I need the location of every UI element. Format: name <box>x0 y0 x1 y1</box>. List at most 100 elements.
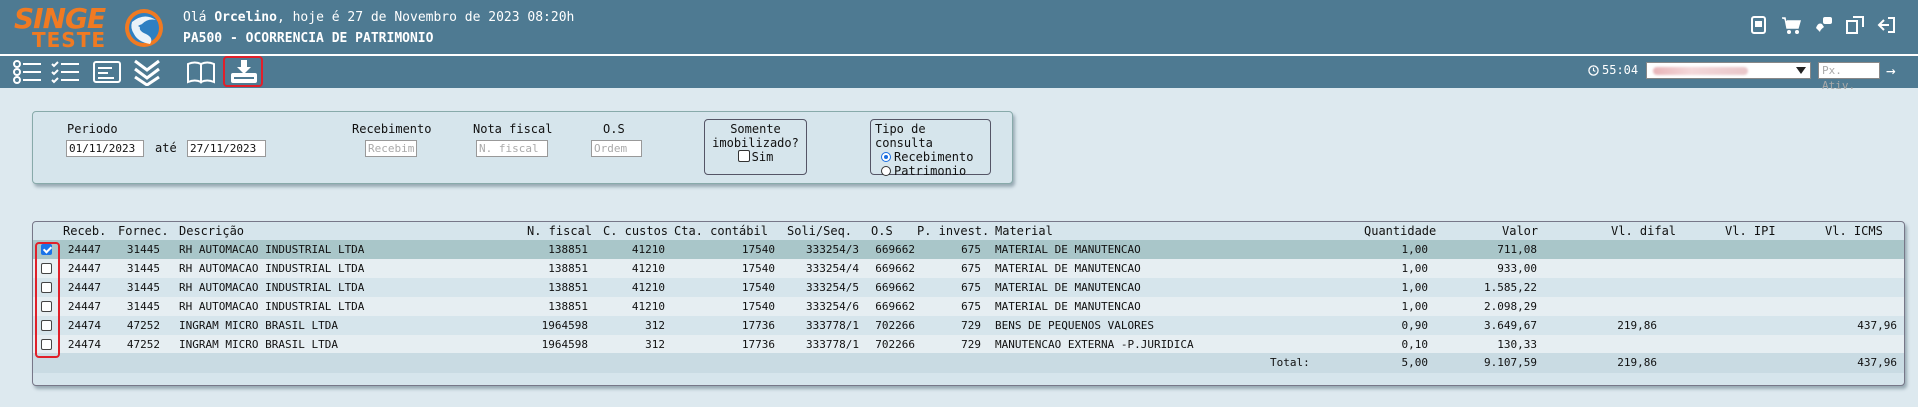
col-receb[interactable]: Receb. <box>63 224 106 238</box>
page-title: PA500 - OCORRENCIA DE PATRIMONIO <box>183 31 434 46</box>
toolbar: 55:04 Px. Ativ. → <box>0 56 1918 92</box>
book-icon[interactable] <box>186 58 216 86</box>
session-timer: 55:04 <box>1588 63 1638 77</box>
window-icon[interactable] <box>1844 14 1866 36</box>
somente-label-1: Somente <box>730 122 781 136</box>
date-to-input[interactable]: 27/11/2023 <box>187 140 266 157</box>
col-descricao[interactable]: Descrição <box>179 224 244 238</box>
os-input[interactable]: Ordem <box>591 140 642 157</box>
clock-icon <box>1588 64 1599 76</box>
collapse-icon[interactable] <box>132 58 162 87</box>
col-ccustos[interactable]: C. custos <box>603 224 668 238</box>
col-soli[interactable]: Soli/Seq. <box>787 224 852 238</box>
cell-ccustos: 41210 <box>631 262 665 275</box>
cell-pinvest: 729 <box>961 338 981 351</box>
tipo-patrimonio-label: Patrimonio <box>894 164 967 178</box>
redacted-value <box>1653 67 1748 75</box>
cell-fornec: 47252 <box>126 338 160 351</box>
cell-ccustos: 312 <box>645 338 665 351</box>
col-quantidade[interactable]: Quantidade <box>1364 224 1436 238</box>
cell-nfiscal: 1964598 <box>541 338 588 351</box>
results-grid: Receb. Fornec. Descrição N. fiscal C. cu… <box>32 221 1905 386</box>
col-fornec[interactable]: Fornec. <box>118 224 169 238</box>
cell-soli: 333254/3 <box>806 243 859 256</box>
report-icon[interactable] <box>1748 14 1770 36</box>
cell-cta: 17736 <box>741 338 775 351</box>
cell-pinvest: 729 <box>961 319 981 332</box>
total-vldifal: 219,86 <box>1617 356 1657 369</box>
cell-material: MATERIAL DE MANUTENCAO <box>995 243 1141 256</box>
table-row[interactable]: 24474 47252 INGRAM MICRO BRASIL LTDA 196459… <box>33 335 1904 354</box>
table-row[interactable]: 24447 31445 RH AUTOMACAO INDUSTRIAL LTDA 13… <box>33 278 1904 297</box>
cell-soli: 333254/4 <box>806 262 859 275</box>
cell-soli: 333254/5 <box>806 281 859 294</box>
total-quantidade: 5,00 <box>1401 356 1429 369</box>
support-icon[interactable] <box>1812 14 1834 36</box>
cell-descricao: RH AUTOMACAO INDUSTRIAL LTDA <box>179 300 365 313</box>
table-row[interactable]: 24447 31445 RH AUTOMACAO INDUSTRIAL LTDA 13… <box>33 297 1904 316</box>
cell-cta: 17540 <box>741 243 775 256</box>
cell-fornec: 31445 <box>126 300 160 313</box>
header-actions <box>1748 14 1898 36</box>
tipo-recebimento-option[interactable]: Recebimento <box>881 150 990 164</box>
cell-os: 669662 <box>875 262 915 275</box>
cell-pinvest: 675 <box>961 262 981 275</box>
col-pinvest[interactable]: P. invest. <box>917 224 989 238</box>
ate-label: até <box>155 141 177 155</box>
cell-ccustos: 41210 <box>631 281 665 294</box>
cell-nfiscal: 138851 <box>548 281 588 294</box>
radio-recebimento[interactable] <box>881 152 891 162</box>
card-icon[interactable] <box>92 58 122 86</box>
nota-fiscal-input[interactable]: N. fiscal <box>476 140 548 157</box>
cell-descricao: INGRAM MICRO BRASIL LTDA <box>179 319 338 332</box>
export-icon[interactable] <box>229 58 259 86</box>
sim-checkbox[interactable] <box>737 150 750 162</box>
tipo-patrimonio-option[interactable]: Patrimonio <box>881 164 990 178</box>
os-label: O.S <box>603 122 625 136</box>
cell-ccustos: 312 <box>645 319 665 332</box>
list-icon[interactable] <box>12 58 42 86</box>
table-row[interactable]: 24447 31445 RH AUTOMACAO INDUSTRIAL LTDA 13… <box>33 240 1904 259</box>
recebimento-input[interactable]: Recebim <box>365 140 417 157</box>
next-activity-input[interactable]: Px. Ativ. <box>1818 62 1880 92</box>
col-vldifal[interactable]: Vl. difal <box>1611 224 1676 238</box>
cell-valor: 711,08 <box>1497 243 1537 256</box>
col-material[interactable]: Material <box>995 224 1053 238</box>
date-from-input[interactable]: 01/11/2023 <box>66 140 144 157</box>
cell-descricao: RH AUTOMACAO INDUSTRIAL LTDA <box>179 281 365 294</box>
cell-material: MATERIAL DE MANUTENCAO <box>995 300 1141 313</box>
user-name: Orcelino <box>214 10 277 25</box>
col-vlipi[interactable]: Vl. IPI <box>1725 224 1776 238</box>
cell-receb: 24447 <box>67 243 101 256</box>
total-row: Total: 5,00 9.107,59 219,86 437,96 <box>33 353 1904 373</box>
col-valor[interactable]: Valor <box>1502 224 1538 238</box>
logout-icon[interactable] <box>1876 14 1898 36</box>
arrow-right-icon[interactable]: → <box>1886 61 1896 80</box>
cell-soli: 333254/6 <box>806 300 859 313</box>
cart-icon[interactable] <box>1780 14 1802 36</box>
cell-fornec: 31445 <box>126 243 160 256</box>
table-row[interactable]: 24447 31445 RH AUTOMACAO INDUSTRIAL LTDA 13… <box>33 259 1904 278</box>
col-nfiscal[interactable]: N. fiscal <box>527 224 592 238</box>
cell-os: 669662 <box>875 281 915 294</box>
col-os[interactable]: O.S <box>871 224 893 238</box>
radio-patrimonio[interactable] <box>881 166 891 176</box>
recebimento-label: Recebimento <box>352 122 432 136</box>
col-vlicms[interactable]: Vl. ICMS <box>1825 224 1883 238</box>
somente-imobilizado-box: Somente imobilizado? Sim <box>704 119 807 175</box>
greeting-text: Olá Orcelino, hoje é 27 de Novembro de 2… <box>183 10 574 25</box>
cell-cta: 17540 <box>741 262 775 275</box>
total-label: Total: <box>1270 356 1310 369</box>
globe-logo-icon <box>125 9 163 47</box>
col-cta[interactable]: Cta. contábil <box>674 224 768 238</box>
tipo-consulta-label: Tipo de consulta <box>875 122 933 150</box>
table-row[interactable]: 24474 47252 INGRAM MICRO BRASIL LTDA 196459… <box>33 316 1904 335</box>
sim-checkbox-row[interactable]: Sim <box>705 150 806 164</box>
cell-descricao: RH AUTOMACAO INDUSTRIAL LTDA <box>179 243 365 256</box>
cell-vlicms: 437,96 <box>1857 319 1897 332</box>
company-select[interactable] <box>1646 62 1811 79</box>
checklist-icon[interactable] <box>50 58 80 86</box>
cell-quantidade: 1,00 <box>1401 262 1429 275</box>
chevron-down-icon <box>1796 67 1806 74</box>
app-header: SINGE TESTE Olá Orcelino, hoje é 27 de N… <box>0 0 1918 55</box>
